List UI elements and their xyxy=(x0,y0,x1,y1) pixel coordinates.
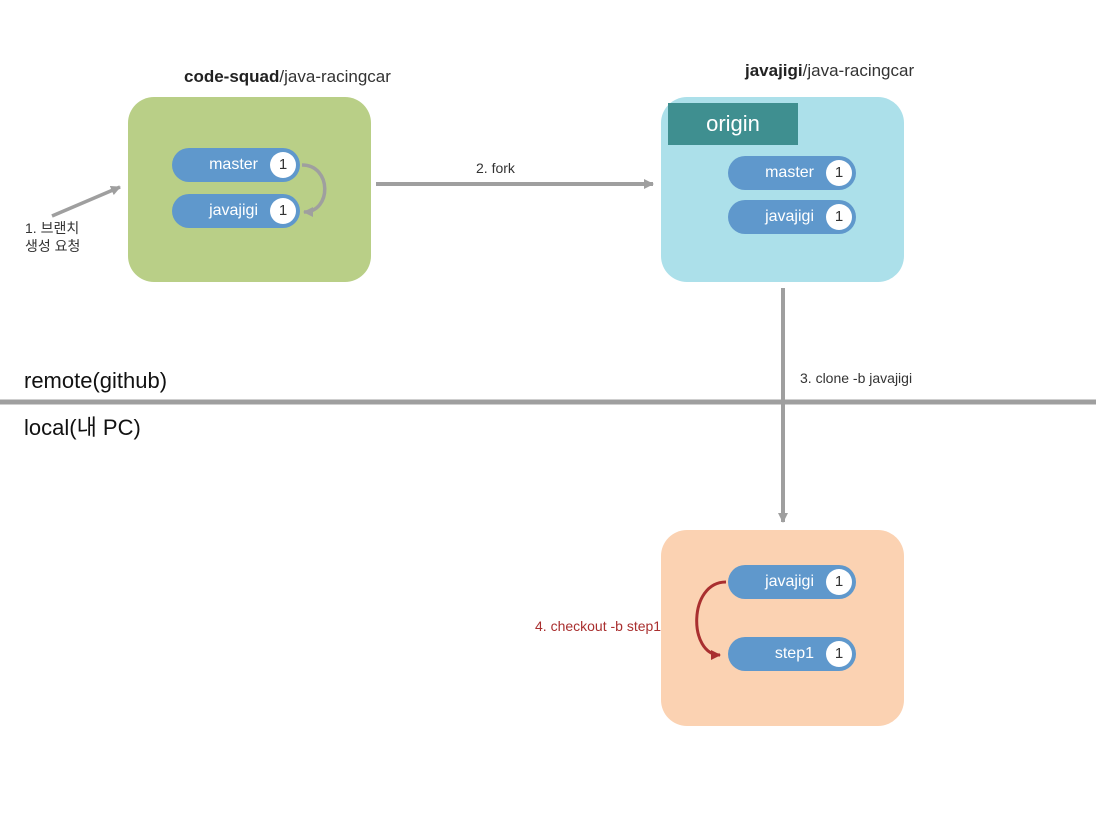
branch-javajigi-right-count: 1 xyxy=(826,204,852,230)
action-clone: 3. clone -b javajigi xyxy=(800,370,912,388)
repo-box-code-squad xyxy=(128,97,371,282)
repo-left-title: code-squad/java-racingcar xyxy=(184,67,391,87)
branch-step1-local-label: step1 xyxy=(728,637,822,671)
branch-master-left-count: 1 xyxy=(270,152,296,178)
repo-left-title-name: /java-racingcar xyxy=(279,67,391,86)
repo-box-local xyxy=(661,530,904,726)
branch-javajigi-local-count: 1 xyxy=(826,569,852,595)
branch-javajigi-left-count: 1 xyxy=(270,198,296,224)
branch-javajigi-right: javajigi 1 xyxy=(728,200,856,234)
branch-javajigi-local-label: javajigi xyxy=(728,565,822,599)
action-fork: 2. fork xyxy=(476,160,515,178)
repo-right-title: javajigi/java-racingcar xyxy=(745,61,914,81)
origin-label: origin xyxy=(668,103,798,145)
repo-left-title-owner: code-squad xyxy=(184,67,279,86)
branch-javajigi-local: javajigi 1 xyxy=(728,565,856,599)
branch-javajigi-left-label: javajigi xyxy=(172,194,266,228)
branch-step1-local: step1 1 xyxy=(728,637,856,671)
branch-javajigi-right-label: javajigi xyxy=(728,200,822,234)
repo-right-title-name: /java-racingcar xyxy=(803,61,915,80)
branch-master-right-count: 1 xyxy=(826,160,852,186)
section-local: local(내 PC) xyxy=(24,410,141,442)
action-branch-request-line2: 생성 요청 xyxy=(25,238,80,254)
branch-master-right: master 1 xyxy=(728,156,856,190)
arrow-branch-request xyxy=(52,187,120,216)
branch-master-left-label: master xyxy=(172,148,266,182)
action-branch-request: 1. 브랜치 생성 요청 xyxy=(25,220,80,255)
branch-master-left: master 1 xyxy=(172,148,300,182)
diagram-canvas: { "repo_left": { "title_bold": "code-squ… xyxy=(0,0,1096,821)
action-branch-request-line1: 1. 브랜치 xyxy=(25,220,79,236)
branch-javajigi-left: javajigi 1 xyxy=(172,194,300,228)
origin-label-text: origin xyxy=(706,111,760,136)
branch-master-right-label: master xyxy=(728,156,822,190)
repo-right-title-owner: javajigi xyxy=(745,61,803,80)
branch-step1-local-count: 1 xyxy=(826,641,852,667)
section-remote: remote(github) xyxy=(24,368,167,394)
action-checkout: 4. checkout -b step1 xyxy=(535,618,661,636)
